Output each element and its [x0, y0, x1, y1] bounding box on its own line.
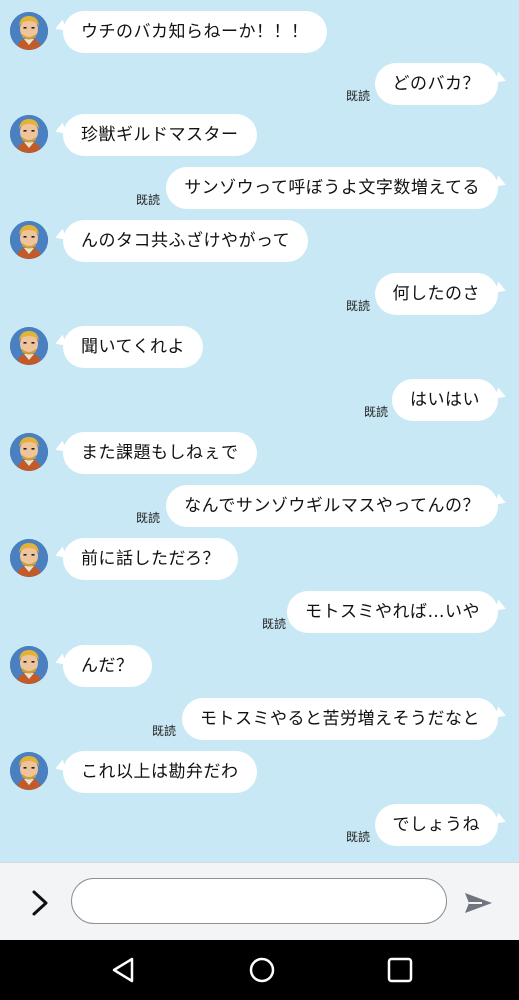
read-receipt: 既読 — [345, 830, 370, 844]
message-row: 前に話しただろ？ — [0, 538, 519, 582]
message-row: 既読 なんでサンゾウギルマスやってんの？ — [0, 485, 519, 529]
triangle-back-icon[interactable] — [106, 952, 142, 988]
read-receipt: 既読 — [135, 511, 160, 525]
system-nav-bar — [0, 940, 519, 1000]
read-receipt: 既読 — [345, 299, 370, 313]
chevron-right-icon[interactable] — [22, 885, 58, 921]
message-bubble-outgoing[interactable]: モトスミやると苦労増えそうだなと — [182, 698, 498, 740]
message-bubble-outgoing[interactable]: モトスミやれば…いや — [287, 591, 498, 633]
square-recents-icon[interactable] — [382, 952, 418, 988]
message-bubble-outgoing[interactable]: なんでサンゾウギルマスやってんの？ — [166, 485, 498, 527]
message-bubble-incoming[interactable]: んのタコ共ふざけやがって — [63, 220, 309, 262]
avatar[interactable] — [10, 539, 48, 577]
message-row: んだ？ — [0, 645, 519, 689]
message-bubble-outgoing[interactable]: サンゾウって呼ぼうよ文字数増えてる — [166, 167, 498, 209]
circle-home-icon[interactable] — [244, 952, 280, 988]
read-receipt: 既読 — [345, 89, 370, 103]
message-bubble-incoming[interactable]: 前に話しただろ？ — [63, 538, 238, 580]
read-receipt: 既読 — [363, 405, 388, 419]
avatar[interactable] — [10, 327, 48, 365]
message-bubble-incoming[interactable]: これ以上は勘弁だわ — [63, 751, 257, 793]
avatar[interactable] — [10, 752, 48, 790]
avatar[interactable] — [10, 115, 48, 153]
avatar[interactable] — [10, 433, 48, 471]
message-row: 既読 モトスミやると苦労増えそうだなと — [0, 698, 519, 742]
message-bubble-outgoing[interactable]: でしょうね — [374, 804, 498, 846]
read-receipt: 既読 — [261, 617, 286, 631]
message-row: 既読 サンゾウって呼ぼうよ文字数増えてる — [0, 167, 519, 211]
message-row: これ以上は勘弁だわ — [0, 751, 519, 795]
message-bubble-incoming[interactable]: ウチのバカ知らねーか！！！ — [63, 11, 327, 53]
message-bubble-incoming[interactable]: 聞いてくれよ — [63, 326, 203, 368]
message-row: 既読 モトスミやれば…いや — [0, 591, 519, 635]
message-bubble-outgoing[interactable]: 何したのさ — [374, 273, 498, 315]
message-row: 既読 はいはい — [0, 379, 519, 423]
avatar[interactable] — [10, 12, 48, 50]
message-bubble-outgoing[interactable]: どのバカ？ — [374, 63, 498, 105]
message-row: んのタコ共ふざけやがって — [0, 220, 519, 264]
message-row: 既読 どのバカ？ — [0, 63, 519, 107]
message-input[interactable] — [71, 878, 447, 924]
read-receipt: 既読 — [151, 724, 176, 738]
message-row: 既読 何したのさ — [0, 273, 519, 317]
message-row: また課題もしねぇで — [0, 432, 519, 476]
avatar[interactable] — [10, 221, 48, 259]
message-bubble-incoming[interactable]: 珍獣ギルドマスター — [63, 114, 257, 156]
message-row: 既読 でしょうね — [0, 804, 519, 848]
input-bar — [0, 862, 519, 941]
message-row: ウチのバカ知らねーか！！！ — [0, 11, 519, 55]
message-row: 珍獣ギルドマスター — [0, 114, 519, 158]
send-icon[interactable] — [460, 885, 496, 921]
message-bubble-incoming[interactable]: んだ？ — [63, 645, 152, 687]
read-receipt: 既読 — [135, 193, 160, 207]
message-row: 聞いてくれよ — [0, 326, 519, 370]
message-bubble-outgoing[interactable]: はいはい — [392, 379, 498, 421]
message-bubble-incoming[interactable]: また課題もしねぇで — [63, 432, 257, 474]
chat-area[interactable]: ウチのバカ知らねーか！！！ 既読 どのバカ？ 珍獣ギルドマスター 既読 サンゾウ… — [0, 0, 519, 862]
avatar[interactable] — [10, 646, 48, 684]
